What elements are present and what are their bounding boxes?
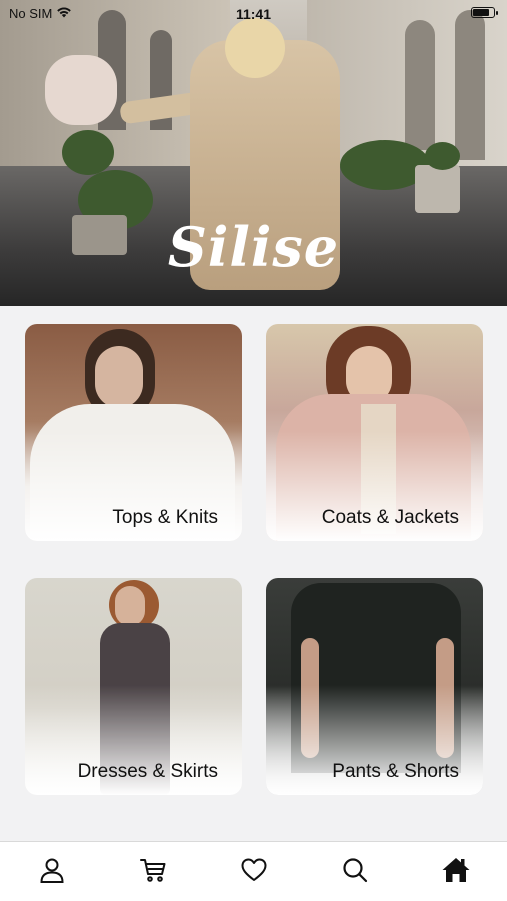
brand-logo: Silise [167,215,340,279]
category-card-coats-jackets[interactable]: Coats & Jackets [266,324,483,541]
tab-cart[interactable] [137,856,169,888]
heart-icon [240,856,268,889]
hero-handbag [45,55,117,125]
hero-arch [455,10,485,160]
model-face [95,346,143,408]
tab-bar [0,841,507,901]
hero-banner: Silise [0,0,507,306]
tab-profile[interactable] [36,856,68,888]
hero-bush [425,142,460,170]
model-face [115,586,145,626]
tab-search[interactable] [339,856,371,888]
category-card-dresses-skirts[interactable]: Dresses & Skirts [25,578,242,795]
hero-bush [62,130,114,175]
tab-favorites[interactable] [238,856,270,888]
hero-planter [415,165,460,213]
category-card-tops-knits[interactable]: Tops & Knits [25,324,242,541]
category-label: Pants & Shorts [332,761,459,782]
battery-icon [471,7,498,18]
battery-fill [473,9,489,16]
category-card-pants-shorts[interactable]: Pants & Shorts [266,578,483,795]
user-icon [38,856,66,889]
status-bar: No SIM 11:41 [0,0,507,28]
search-icon [341,856,369,889]
category-label: Dresses & Skirts [77,761,218,782]
hero-arch [405,20,435,150]
home-icon [441,856,471,889]
category-label: Coats & Jackets [321,507,459,528]
category-label: Tops & Knits [112,507,218,528]
cart-icon [139,856,167,889]
status-time: 11:41 [235,6,272,22]
tab-home[interactable] [440,856,472,888]
